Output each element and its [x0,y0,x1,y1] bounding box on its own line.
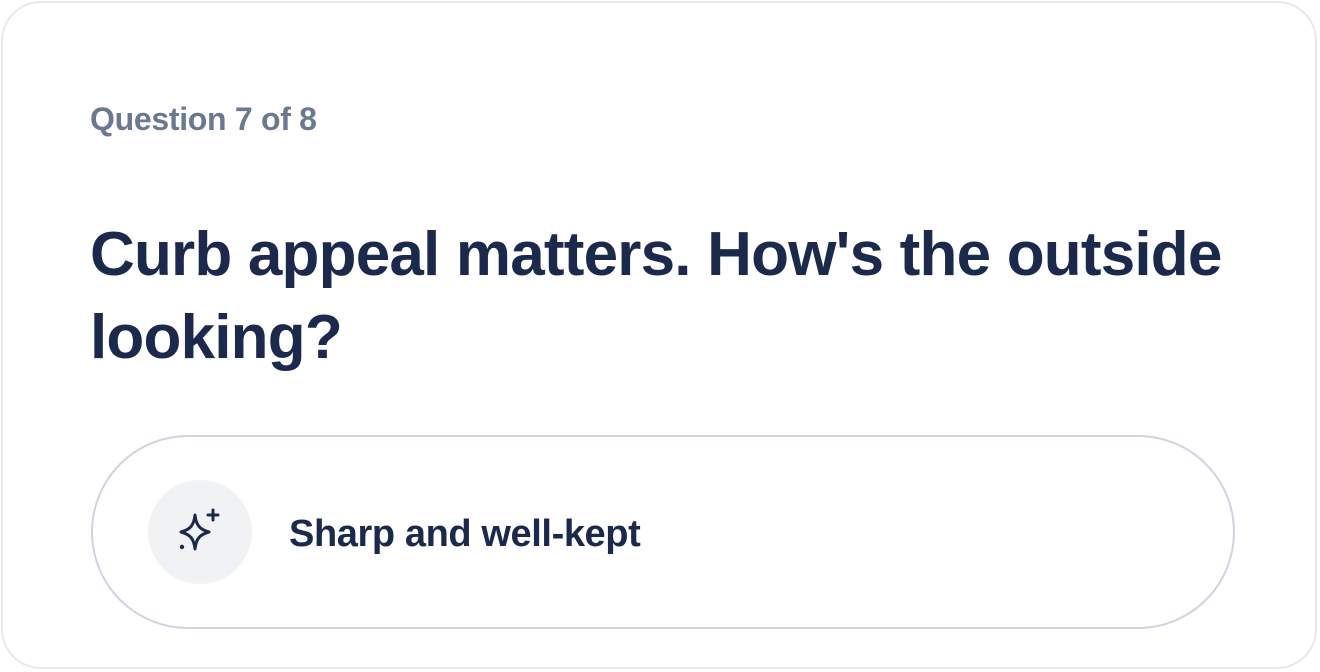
answer-option-label: Sharp and well-kept [289,513,641,555]
answer-option-sharp-and-well-kept[interactable]: Sharp and well-kept [91,435,1235,629]
option-icon-circle [148,480,252,584]
question-progress: Question 7 of 8 [90,101,317,137]
sparkle-icon [179,508,220,551]
question-title: Curb appeal matters. How's the outside l… [90,220,1222,372]
question-card: Question 7 of 8 Curb appeal matters. How… [1,1,1317,669]
